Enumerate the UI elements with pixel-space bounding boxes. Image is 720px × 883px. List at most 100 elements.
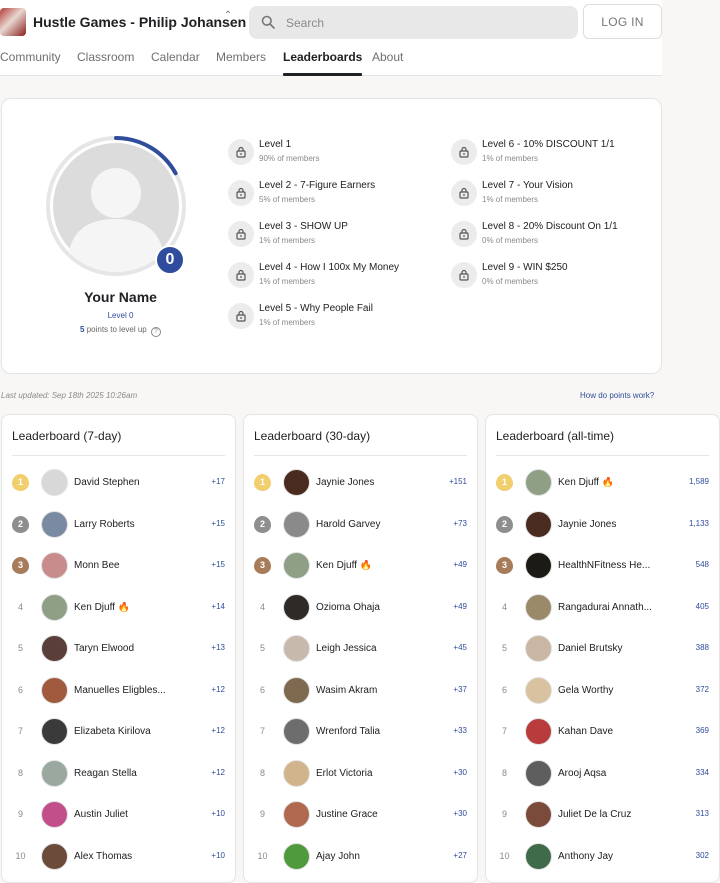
member-name[interactable]: Taryn Elwood (74, 643, 186, 654)
member-name[interactable]: Larry Roberts (74, 519, 186, 530)
avatar[interactable] (41, 801, 68, 828)
avatar[interactable] (41, 842, 68, 870)
how-points-link[interactable]: How do points work? (580, 391, 654, 400)
avatar[interactable] (525, 469, 552, 496)
leaderboard-row[interactable]: 6 Manuelles Eligbles... +12 (2, 675, 235, 705)
avatar[interactable] (283, 469, 310, 496)
leaderboard-row[interactable]: 1 Jaynie Jones +151 (244, 467, 477, 497)
member-name[interactable]: Reagan Stella (74, 768, 186, 779)
leaderboard-row[interactable]: 8 Arooj Aqsa 334 (486, 758, 719, 788)
leaderboard-row[interactable]: 7 Wrenford Talia +33 (244, 716, 477, 746)
leaderboard-row[interactable]: 7 Elizabeta Kirilova +12 (2, 716, 235, 746)
tab-calendar[interactable]: Calendar (151, 46, 200, 76)
avatar[interactable] (41, 718, 68, 745)
leaderboard-row[interactable]: 10 Anthony Jay 302 (486, 841, 719, 871)
leaderboard-row[interactable]: 2 Harold Garvey +73 (244, 509, 477, 539)
avatar[interactable] (41, 676, 68, 704)
member-name[interactable]: Monn Bee (74, 560, 186, 571)
member-name[interactable]: Erlot Victoria (316, 768, 428, 779)
leaderboard-row[interactable]: 2 Jaynie Jones 1,133 (486, 509, 719, 539)
leaderboard-row[interactable]: 3 Monn Bee +15 (2, 550, 235, 580)
avatar[interactable] (283, 759, 310, 787)
tab-community[interactable]: Community (0, 46, 61, 76)
leaderboard-row[interactable]: 7 Kahan Dave 369 (486, 716, 719, 746)
avatar[interactable] (41, 510, 68, 538)
avatar[interactable] (283, 676, 310, 704)
tab-members[interactable]: Members (216, 46, 266, 76)
avatar[interactable] (525, 759, 552, 787)
avatar[interactable] (525, 801, 552, 828)
leaderboard-row[interactable]: 1 David Stephen +17 (2, 467, 235, 497)
help-icon[interactable]: ? (150, 327, 161, 337)
tab-classroom[interactable]: Classroom (77, 46, 134, 76)
leaderboard-row[interactable]: 5 Leigh Jessica +45 (244, 633, 477, 663)
leaderboard-row[interactable]: 5 Taryn Elwood +13 (2, 633, 235, 663)
avatar[interactable] (525, 510, 552, 538)
avatar[interactable] (283, 635, 310, 662)
member-name[interactable]: Harold Garvey (316, 519, 428, 530)
group-logo[interactable] (0, 8, 26, 36)
leaderboard-row[interactable]: 4 Rangadurai Annath... 405 (486, 592, 719, 622)
leaderboard-row[interactable]: 10 Ajay John +27 (244, 841, 477, 871)
avatar[interactable] (283, 842, 310, 870)
leaderboard-row[interactable]: 5 Daniel Brutsky 388 (486, 633, 719, 663)
avatar[interactable] (41, 759, 68, 787)
avatar[interactable] (283, 801, 310, 828)
avatar[interactable] (283, 552, 310, 579)
member-name[interactable]: Ken Djuff 🔥 (558, 477, 670, 488)
leaderboard-row[interactable]: 9 Austin Juliet +10 (2, 799, 235, 829)
member-name[interactable]: Jaynie Jones (316, 477, 428, 488)
member-name[interactable]: Austin Juliet (74, 809, 186, 820)
leaderboard-row[interactable]: 9 Justine Grace +30 (244, 799, 477, 829)
leaderboard-row[interactable]: 3 Ken Djuff 🔥 +49 (244, 550, 477, 580)
member-name[interactable]: Leigh Jessica (316, 643, 428, 654)
leaderboard-row[interactable]: 8 Reagan Stella +12 (2, 758, 235, 788)
avatar[interactable] (283, 510, 310, 538)
leaderboard-row[interactable]: 9 Juliet De la Cruz 313 (486, 799, 719, 829)
avatar[interactable] (525, 718, 552, 745)
member-name[interactable]: Rangadurai Annath... (558, 602, 670, 613)
member-name[interactable]: David Stephen (74, 477, 186, 488)
avatar[interactable] (525, 593, 552, 621)
avatar[interactable] (525, 635, 552, 662)
leaderboard-row[interactable]: 8 Erlot Victoria +30 (244, 758, 477, 788)
avatar[interactable] (525, 842, 552, 870)
avatar[interactable] (41, 469, 68, 496)
leaderboard-row[interactable]: 4 Ozioma Ohaja +49 (244, 592, 477, 622)
member-name[interactable]: Ozioma Ohaja (316, 602, 428, 613)
member-name[interactable]: Jaynie Jones (558, 519, 670, 530)
member-name[interactable]: Manuelles Eligbles... (74, 685, 186, 696)
avatar[interactable] (41, 635, 68, 662)
member-name[interactable]: Ajay John (316, 851, 428, 862)
leaderboard-row[interactable]: 2 Larry Roberts +15 (2, 509, 235, 539)
avatar[interactable] (525, 552, 552, 579)
member-name[interactable]: Ken Djuff 🔥 (316, 560, 428, 571)
avatar[interactable] (283, 718, 310, 745)
member-name[interactable]: Anthony Jay (558, 851, 670, 862)
member-name[interactable]: Wasim Akram (316, 685, 428, 696)
avatar[interactable] (41, 593, 68, 621)
member-name[interactable]: Kahan Dave (558, 726, 670, 737)
member-name[interactable]: Gela Worthy (558, 685, 670, 696)
avatar[interactable] (283, 593, 310, 621)
leaderboard-row[interactable]: 6 Gela Worthy 372 (486, 675, 719, 705)
leaderboard-row[interactable]: 10 Alex Thomas +10 (2, 841, 235, 871)
tab-about[interactable]: About (372, 46, 403, 76)
member-name[interactable]: Ken Djuff 🔥 (74, 602, 186, 613)
group-name[interactable]: Hustle Games - Philip Johansen (33, 14, 246, 30)
member-name[interactable]: Juliet De la Cruz (558, 809, 670, 820)
leaderboard-row[interactable]: 1 Ken Djuff 🔥 1,589 (486, 467, 719, 497)
leaderboard-row[interactable]: 4 Ken Djuff 🔥 +14 (2, 592, 235, 622)
member-name[interactable]: Justine Grace (316, 809, 428, 820)
leaderboard-row[interactable]: 3 HealthNFitness He... 548 (486, 550, 719, 580)
avatar[interactable] (41, 552, 68, 579)
login-button[interactable]: LOG IN (583, 4, 662, 39)
avatar[interactable] (525, 676, 552, 704)
search-input[interactable] (286, 6, 566, 39)
member-name[interactable]: HealthNFitness He... (558, 560, 670, 571)
tab-leaderboards[interactable]: Leaderboards (283, 46, 363, 76)
search-bar[interactable] (249, 6, 578, 39)
member-name[interactable]: Arooj Aqsa (558, 768, 670, 779)
group-switcher-icon[interactable]: ⌃ ⌄ (221, 11, 235, 33)
member-name[interactable]: Alex Thomas (74, 851, 186, 862)
